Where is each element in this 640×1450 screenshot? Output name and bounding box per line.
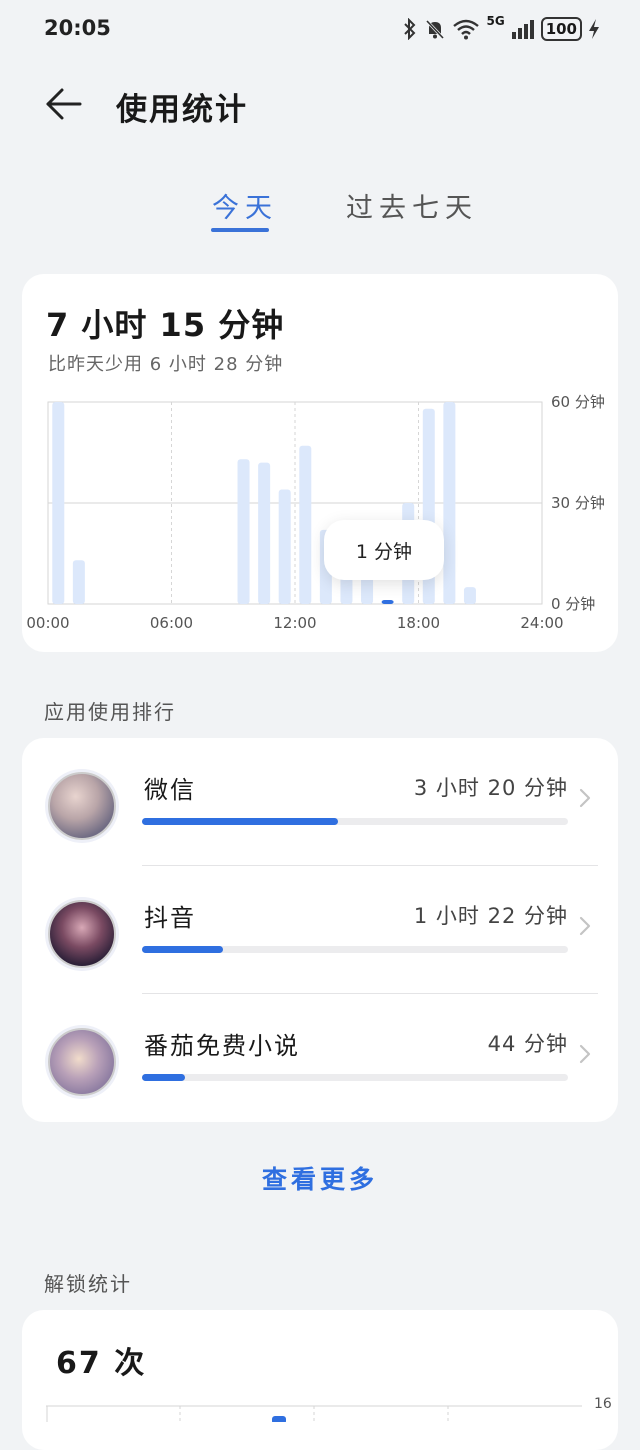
chart-bar[interactable] <box>278 489 291 604</box>
tab-past-seven-days[interactable]: 过去七天 <box>346 186 478 225</box>
chart-bar[interactable] <box>361 577 374 604</box>
tab-today[interactable]: 今天 <box>212 186 278 225</box>
app-name: 微信 <box>144 776 196 804</box>
unlock-count: 67 次 <box>56 1346 147 1381</box>
usage-progress-fill <box>142 1074 185 1081</box>
y-tick-label: 30 分钟 <box>551 494 605 512</box>
x-tick-label: 18:00 <box>397 614 440 632</box>
x-tick-label: 00:00 <box>26 614 69 632</box>
chart-bar[interactable] <box>381 600 394 604</box>
app-usage-time: 3 小时 20 分钟 <box>413 776 568 800</box>
page-title: 使用统计 <box>116 92 248 128</box>
status-icons: 5G 100 <box>402 14 600 44</box>
chart-tooltip: 1 分钟 <box>324 520 444 580</box>
active-tab-indicator <box>211 228 269 232</box>
charging-icon <box>589 19 599 39</box>
app-name: 番茄免费小说 <box>144 1032 300 1060</box>
signal-icon <box>511 20 534 39</box>
ranking-section-title: 应用使用排行 <box>44 700 176 724</box>
unlock-bar <box>272 1416 286 1422</box>
bluetooth-icon <box>404 18 416 40</box>
chart-bar[interactable] <box>72 560 85 604</box>
ranking-card: 微信 3 小时 20 分钟 抖音 1 小时 22 分钟 番茄免费小说 44 分钟 <box>22 738 618 1122</box>
chevron-right-icon <box>579 1044 591 1064</box>
usage-progress-track <box>142 818 568 825</box>
usage-progress-track <box>142 1074 568 1081</box>
y-tick-label: 0 分钟 <box>551 595 595 613</box>
usage-total: 7 小时 15 分钟 <box>46 306 285 344</box>
battery-indicator: 100 <box>540 17 582 41</box>
chart-bar[interactable] <box>258 462 271 604</box>
usage-chart[interactable]: 00:00 06:00 12:00 18:00 24:00 60 分钟 30 分钟 0 分钟 <box>0 390 640 640</box>
y-tick-label: 60 分钟 <box>551 393 605 411</box>
usage-progress-fill <box>142 818 338 825</box>
chart-bar[interactable] <box>299 445 312 604</box>
chevron-right-icon <box>579 916 591 936</box>
network-type-label: 5G <box>486 14 505 28</box>
usage-comparison: 比昨天少用 6 小时 28 分钟 <box>48 354 284 375</box>
wifi-icon <box>453 19 480 40</box>
back-arrow-icon[interactable] <box>44 84 84 124</box>
usage-progress-fill <box>142 946 223 953</box>
chart-bar[interactable] <box>463 587 476 604</box>
chart-bar[interactable] <box>52 402 65 604</box>
x-tick-label: 06:00 <box>150 614 193 632</box>
x-tick-label: 12:00 <box>273 614 316 632</box>
mute-bell-icon <box>426 19 445 40</box>
chart-bar[interactable] <box>237 459 250 604</box>
status-time: 20:05 <box>44 16 111 40</box>
app-usage-time: 1 小时 22 分钟 <box>413 904 568 928</box>
view-more-link[interactable]: 查看更多 <box>0 1160 640 1196</box>
app-row-douyin[interactable]: 抖音 1 小时 22 分钟 <box>22 866 618 994</box>
usage-progress-track <box>142 946 568 953</box>
x-tick-label: 24:00 <box>520 614 563 632</box>
unlock-section-title: 解锁统计 <box>44 1272 132 1296</box>
app-avatar <box>48 772 116 840</box>
app-usage-time: 44 分钟 <box>487 1032 568 1056</box>
unlock-axis-label: 16 <box>594 1396 612 1412</box>
chart-bar[interactable] <box>443 402 456 604</box>
chevron-right-icon <box>579 788 591 808</box>
app-avatar <box>48 1028 116 1096</box>
app-name: 抖音 <box>144 904 196 932</box>
app-row-wechat[interactable]: 微信 3 小时 20 分钟 <box>22 738 618 866</box>
unlock-chart <box>46 1405 582 1422</box>
app-row-fanqie-novel[interactable]: 番茄免费小说 44 分钟 <box>22 994 618 1122</box>
app-avatar <box>48 900 116 968</box>
